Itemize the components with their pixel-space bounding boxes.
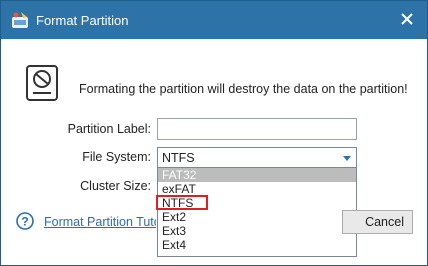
cancel-label: Cancel xyxy=(365,215,404,229)
option-exfat[interactable]: exFAT xyxy=(158,182,356,196)
file-system-value: NTFS xyxy=(162,151,195,165)
partition-label-label: Partition Label: xyxy=(67,122,151,136)
format-partition-tutorial-link[interactable]: Format Partition Tutorial xyxy=(44,215,156,229)
window-title: Format Partition xyxy=(36,13,129,28)
partition-label-input[interactable] xyxy=(157,118,357,140)
dropdown-arrow[interactable] xyxy=(338,148,356,168)
close-icon xyxy=(401,13,413,25)
chevron-down-icon xyxy=(343,155,351,161)
file-system-select[interactable]: NTFS xyxy=(157,147,357,169)
title-bar: Format Partition xyxy=(1,1,427,39)
file-system-dropdown: FAT32 exFAT NTFS Ext2 Ext3 Ext4 xyxy=(157,167,357,257)
question-icon[interactable]: ? xyxy=(16,212,34,230)
option-ext4[interactable]: Ext4 xyxy=(158,238,356,252)
format-partition-icon xyxy=(12,12,28,28)
option-ext2[interactable]: Ext2 xyxy=(158,210,356,224)
cancel-button[interactable]: Cancel xyxy=(342,210,413,234)
disk-prohibited-icon xyxy=(26,65,58,101)
svg-text:?: ? xyxy=(21,215,28,229)
option-fat32[interactable]: FAT32 xyxy=(158,168,356,182)
close-button[interactable] xyxy=(395,7,419,31)
cluster-size-label: Cluster Size: xyxy=(80,179,151,193)
option-ext3[interactable]: Ext3 xyxy=(158,224,356,238)
file-system-label: File System: xyxy=(82,150,151,164)
warning-message: Formating the partition will destroy the… xyxy=(79,82,408,96)
format-partition-dialog: Format Partition Formating the partition… xyxy=(0,0,428,266)
ntfs-highlight-marker xyxy=(156,195,208,210)
